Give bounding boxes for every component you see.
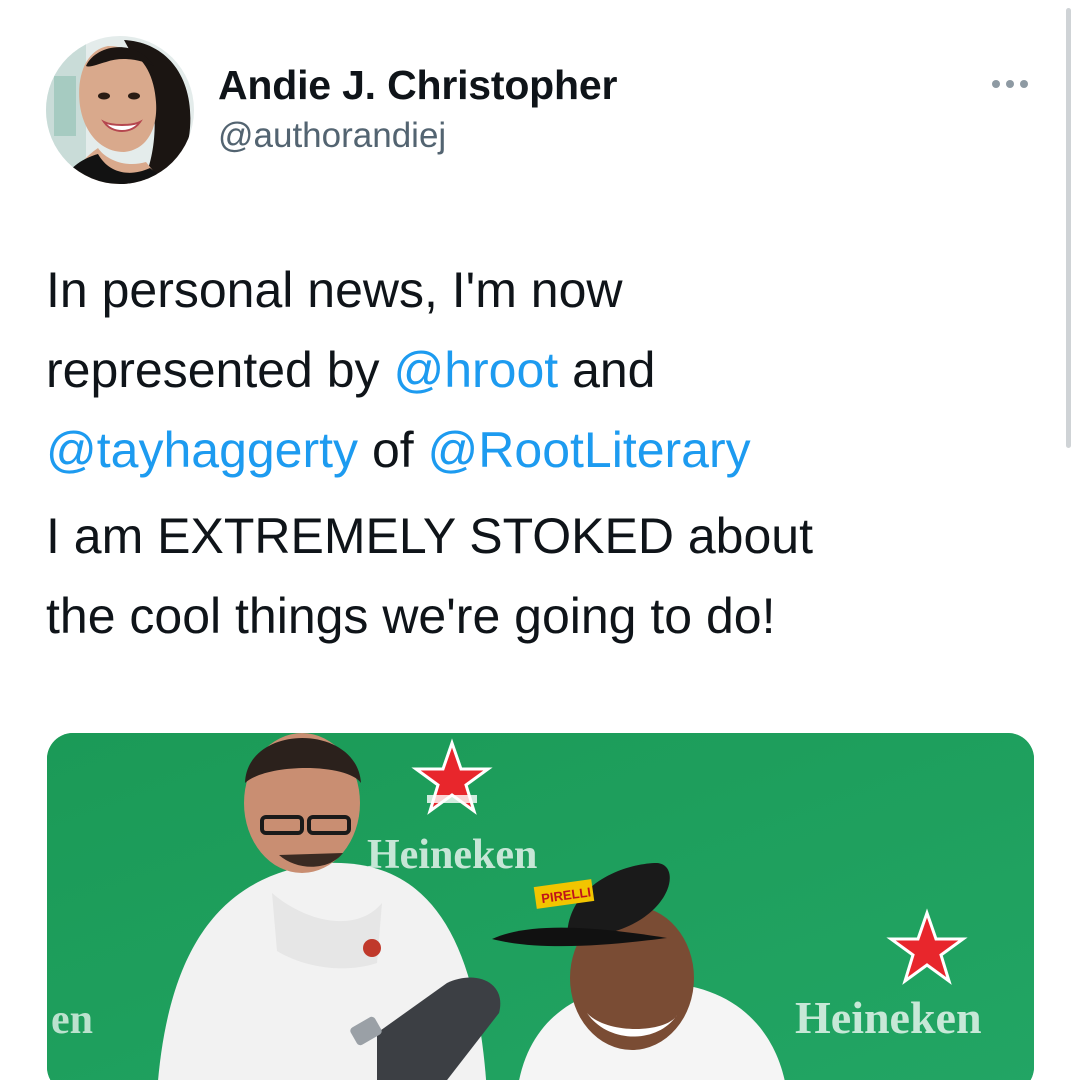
ellipsis-horizontal-icon: [992, 80, 1000, 88]
tweet-text: In personal news, I'm now represented by…: [46, 250, 1046, 656]
tweet-line-2-prefix: represented by: [46, 342, 394, 398]
heineken-sign-top: Heineken: [367, 832, 537, 878]
tweet-line-3-middle: of: [358, 422, 428, 478]
ellipsis-dot: [1020, 80, 1028, 88]
mention-tayhaggerty[interactable]: @tayhaggerty: [46, 422, 358, 478]
author-display-name[interactable]: Andie J. Christopher: [218, 62, 617, 109]
more-options-button[interactable]: [986, 72, 1034, 96]
author-handle[interactable]: @authorandiej: [218, 116, 446, 156]
avatar[interactable]: [46, 36, 194, 184]
heineken-sign-left: en: [51, 997, 93, 1043]
tweet-paragraph-1: In personal news, I'm now represented by…: [46, 250, 1046, 490]
tweet-paragraph-2: I am EXTREMELY STOKED about the cool thi…: [46, 496, 1046, 656]
mention-hroot[interactable]: @hroot: [393, 342, 558, 398]
tweet-line-1: In personal news, I'm now: [46, 262, 623, 318]
tweet-line-2-suffix: and: [558, 342, 656, 398]
tweet-line-5: the cool things we're going to do!: [46, 588, 776, 644]
tweet-line-4: I am EXTREMELY STOKED about: [46, 508, 813, 564]
scrollbar-thumb[interactable]: [1066, 8, 1071, 448]
tweet-media-image[interactable]: Heineken Heineken en PIRELLI: [47, 733, 1034, 1080]
heineken-sign-right: Heineken: [795, 992, 982, 1043]
ellipsis-dot: [1006, 80, 1014, 88]
mention-rootliterary[interactable]: @RootLiterary: [428, 422, 751, 478]
